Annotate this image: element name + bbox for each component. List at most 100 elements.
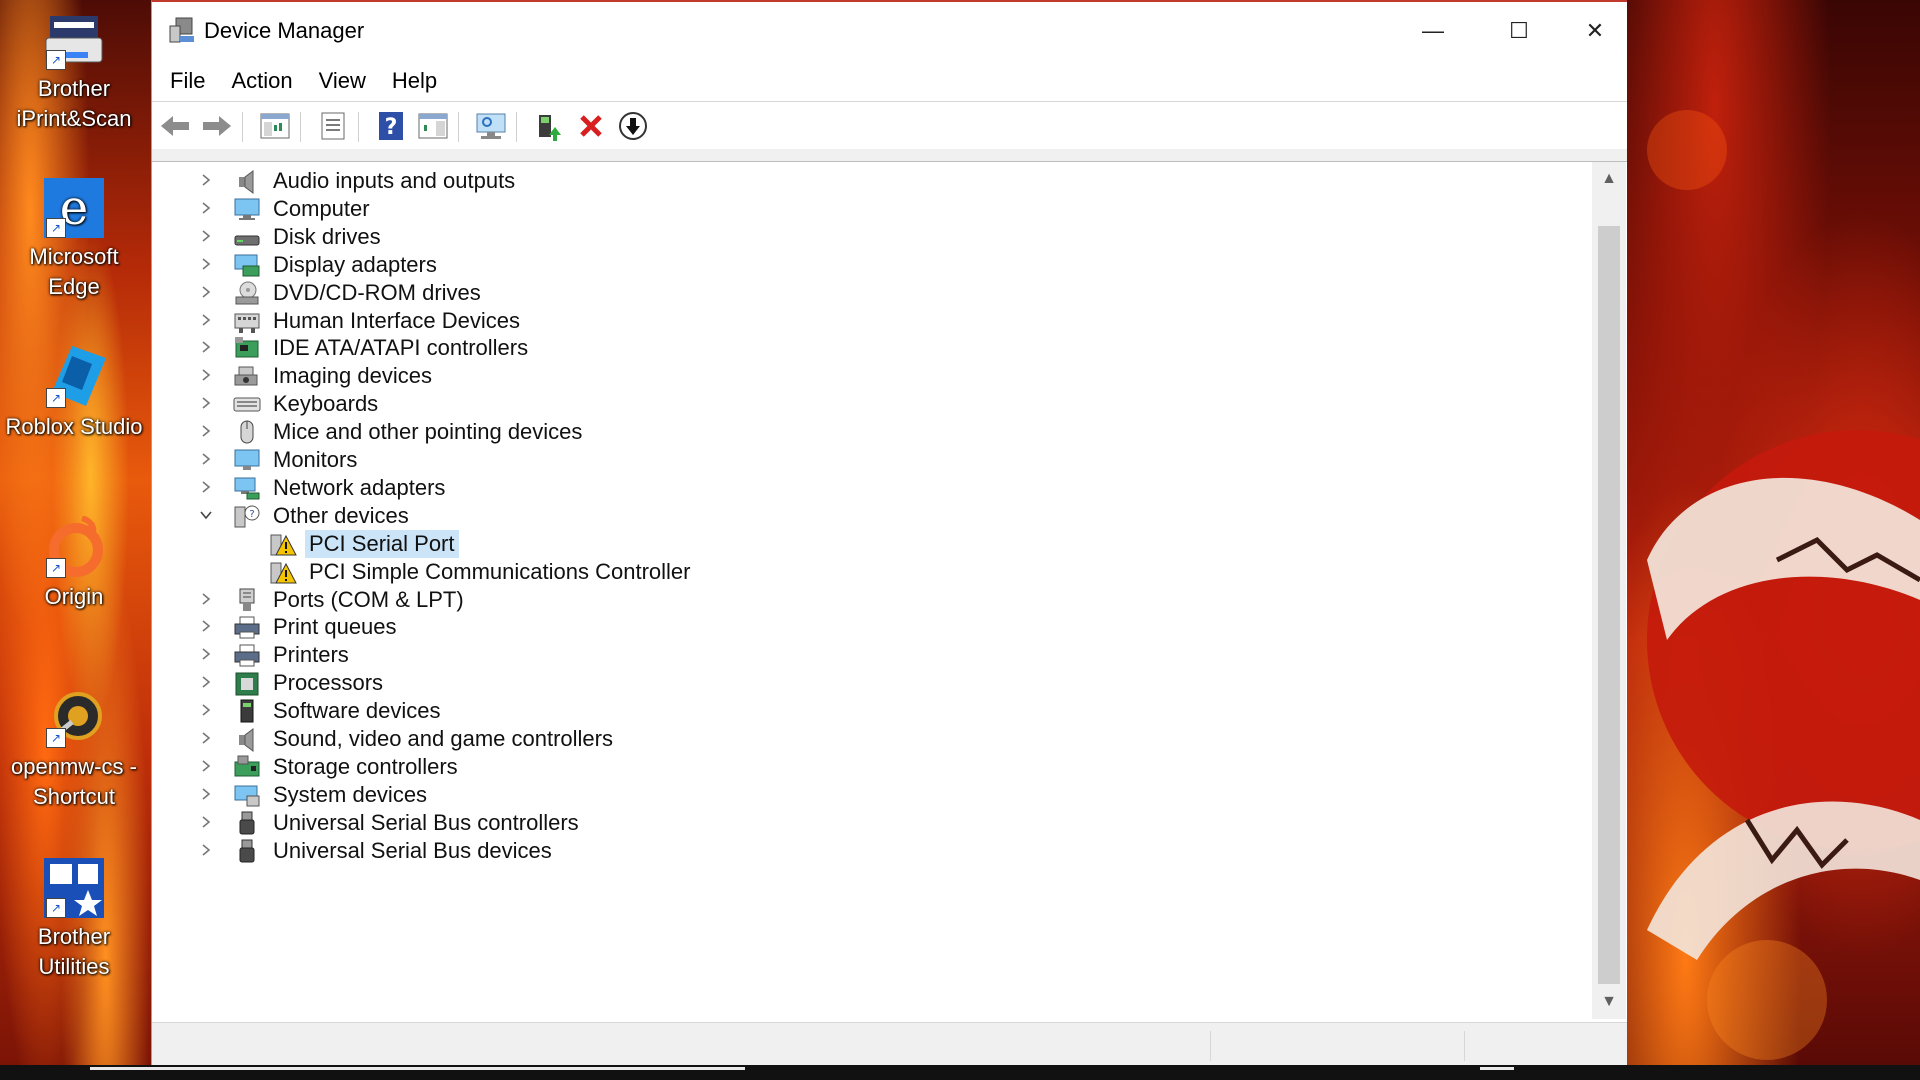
scroll-down-icon[interactable]: ▼ bbox=[1592, 985, 1626, 1019]
printer-icon bbox=[233, 614, 261, 640]
properties-icon bbox=[321, 112, 345, 140]
menu-divider bbox=[152, 101, 1627, 102]
forward-button[interactable] bbox=[200, 110, 234, 142]
maximize-button[interactable]: ☐ bbox=[1476, 2, 1562, 60]
desktop-icon-label: Edge bbox=[48, 274, 100, 299]
chevron-right-icon[interactable] bbox=[195, 336, 217, 358]
scan-hardware-button[interactable] bbox=[474, 110, 508, 142]
taskbar[interactable] bbox=[0, 1065, 1920, 1080]
microsoft-edge-icon: e ↗ bbox=[42, 176, 106, 240]
scrollbar-thumb[interactable] bbox=[1598, 226, 1620, 984]
desktop-icon-label: Brother bbox=[37, 924, 111, 949]
toolbar-separator bbox=[516, 112, 517, 142]
back-button[interactable] bbox=[158, 110, 192, 142]
printer-icon bbox=[233, 642, 261, 668]
action-pane-icon bbox=[418, 113, 448, 139]
usb-icon bbox=[233, 838, 261, 864]
desktop-icon-openmw-cs[interactable]: ↗ openmw-cs - Shortcut bbox=[0, 686, 148, 812]
title-bar[interactable]: Device Manager — ☐ ✕ bbox=[152, 2, 1627, 62]
device-tree[interactable]: Audio inputs and outputs Computer Disk dri… bbox=[153, 162, 1590, 1019]
menu-action[interactable]: Action bbox=[218, 62, 305, 100]
chevron-right-icon[interactable] bbox=[195, 699, 217, 721]
tree-category-item[interactable]: Universal Serial Bus devices bbox=[153, 834, 1590, 868]
wallpaper-art bbox=[1647, 110, 1920, 1060]
chevron-right-icon[interactable] bbox=[195, 755, 217, 777]
chevron-right-icon[interactable] bbox=[195, 392, 217, 414]
tree-item-label: Ports (COM & LPT) bbox=[273, 586, 464, 612]
network-adapter-icon bbox=[233, 475, 261, 501]
desktop-icon-label: Microsoft bbox=[29, 244, 119, 269]
chevron-right-icon[interactable] bbox=[195, 225, 217, 247]
properties-button[interactable] bbox=[316, 110, 350, 142]
openmw-cs-icon: ↗ bbox=[42, 686, 106, 750]
tree-item-label: Network adapters bbox=[273, 474, 446, 500]
chevron-right-icon[interactable] bbox=[195, 727, 217, 749]
chevron-right-icon[interactable] bbox=[195, 364, 217, 386]
unknown-device-icon: ? bbox=[233, 503, 261, 529]
keyboard-icon bbox=[233, 391, 261, 417]
taskbar-item[interactable] bbox=[1480, 1067, 1514, 1070]
enable-device-button[interactable] bbox=[616, 110, 650, 142]
chevron-right-icon[interactable] bbox=[195, 197, 217, 219]
chevron-right-icon[interactable] bbox=[195, 281, 217, 303]
chevron-right-icon[interactable] bbox=[195, 811, 217, 833]
chevron-right-icon[interactable] bbox=[195, 253, 217, 275]
desktop-icon-microsoft-edge[interactable]: e ↗ Microsoft Edge bbox=[0, 176, 148, 302]
chevron-right-icon[interactable] bbox=[195, 643, 217, 665]
storage-controller-icon bbox=[233, 754, 261, 780]
show-action-pane-button[interactable] bbox=[416, 110, 450, 142]
chevron-right-icon[interactable] bbox=[195, 615, 217, 637]
chevron-right-icon[interactable] bbox=[195, 420, 217, 442]
tree-item-label: Printers bbox=[273, 642, 349, 668]
tree-item-label: Processors bbox=[273, 670, 384, 696]
menu-view[interactable]: View bbox=[306, 62, 379, 100]
close-button[interactable]: ✕ bbox=[1562, 2, 1628, 60]
status-divider bbox=[1464, 1031, 1465, 1061]
back-arrow-icon bbox=[161, 116, 189, 136]
menu-file[interactable]: File bbox=[152, 62, 218, 100]
warning-device-icon bbox=[269, 559, 297, 585]
tree-item-label: Sound, video and game controllers bbox=[273, 726, 613, 751]
desktop-icon-origin[interactable]: ↗ Origin bbox=[0, 515, 148, 612]
chevron-right-icon[interactable] bbox=[195, 169, 217, 191]
desktop-icon-brother-utilities[interactable]: ↗ Brother Utilities bbox=[0, 856, 148, 982]
tree-item-label: Human Interface Devices bbox=[273, 307, 520, 333]
chevron-right-icon[interactable] bbox=[195, 448, 217, 470]
origin-icon: ↗ bbox=[42, 515, 106, 580]
minimize-button[interactable]: — bbox=[1390, 2, 1476, 60]
mouse-icon bbox=[233, 419, 261, 445]
desktop-icon-label: Shortcut bbox=[33, 784, 115, 809]
scan-monitor-icon bbox=[476, 113, 506, 139]
tree-item-label: Software devices bbox=[273, 698, 441, 724]
chevron-right-icon[interactable] bbox=[195, 588, 217, 610]
help-button[interactable]: ? bbox=[374, 110, 408, 142]
desktop-icon-label: Roblox Studio bbox=[5, 414, 143, 439]
tree-item-label: Other devices bbox=[273, 502, 409, 528]
chevron-down-icon[interactable] bbox=[195, 504, 217, 526]
tree-item-label: System devices bbox=[273, 781, 428, 807]
hid-icon bbox=[233, 308, 261, 334]
show-hide-console-tree-button[interactable] bbox=[258, 110, 292, 142]
desktop-icon-label: Origin bbox=[44, 584, 104, 609]
vertical-scrollbar[interactable]: ▲ ▼ bbox=[1592, 162, 1626, 1019]
tree-item-label: Audio inputs and outputs bbox=[273, 168, 516, 193]
desktop-icon-label: openmw-cs - bbox=[11, 754, 137, 779]
chevron-right-icon[interactable] bbox=[195, 783, 217, 805]
chevron-right-icon[interactable] bbox=[195, 671, 217, 693]
chevron-right-icon[interactable] bbox=[195, 839, 217, 861]
scroll-up-icon[interactable]: ▲ bbox=[1592, 162, 1626, 196]
uninstall-device-button[interactable] bbox=[574, 110, 608, 142]
status-divider bbox=[1210, 1031, 1211, 1061]
port-icon bbox=[233, 587, 261, 613]
desktop-icon-roblox-studio[interactable]: ↗ Roblox Studio bbox=[0, 346, 148, 442]
chevron-right-icon[interactable] bbox=[195, 476, 217, 498]
update-driver-button[interactable] bbox=[532, 110, 566, 142]
chevron-right-icon[interactable] bbox=[195, 309, 217, 331]
taskbar-item[interactable] bbox=[90, 1067, 745, 1070]
toolbar-separator bbox=[242, 112, 243, 142]
desktop-icon-brother-iprint-scan[interactable]: ↗ Brother iPrint&Scan bbox=[0, 8, 148, 134]
menu-help[interactable]: Help bbox=[379, 62, 450, 100]
usb-icon bbox=[233, 810, 261, 836]
download-circle-icon bbox=[619, 112, 647, 140]
tree-item-label: Disk drives bbox=[273, 223, 381, 249]
